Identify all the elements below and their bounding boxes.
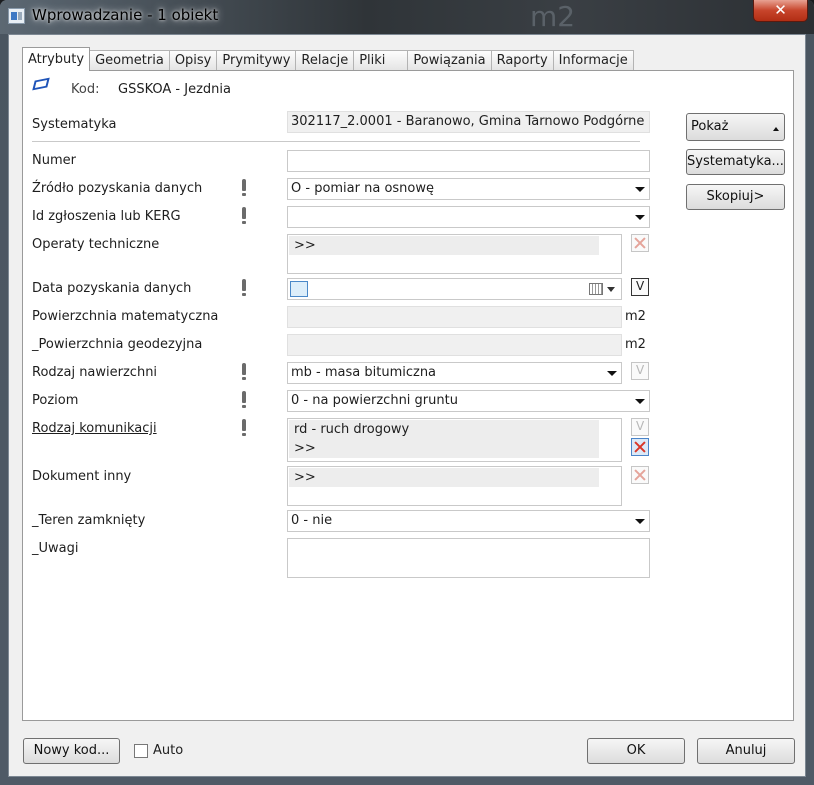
rodzaj-kom-label[interactable]: Rodzaj komunikacji (32, 421, 157, 436)
required-icon (242, 391, 246, 408)
chevron-down-icon (607, 287, 615, 292)
data-label: Data pozyskania danych (32, 281, 192, 296)
required-icon (242, 179, 246, 196)
kod-label: Kod: (71, 82, 100, 97)
chevron-down-icon (635, 215, 645, 220)
ok-button[interactable]: OK (587, 738, 685, 764)
tab-prymitywy[interactable]: Prymitywy (216, 50, 297, 71)
rodzaj-naw-value: mb - masa bitumiczna (291, 365, 437, 380)
attributes-panel: Kod: GSSKOA - Jezdnia Systematyka 302117… (22, 70, 794, 721)
tab-strip: Atrybuty Geometria Opisy Prymitywy Relac… (22, 47, 634, 71)
validate-icon[interactable] (631, 362, 649, 380)
pow-mat-unit: m2 (625, 309, 646, 324)
tab-relacje[interactable]: Relacje (295, 50, 355, 71)
tab-opisy[interactable]: Opisy (168, 50, 218, 71)
required-icon (242, 363, 246, 380)
calendar-icon[interactable] (589, 283, 603, 295)
tab-geometria[interactable]: Geometria (89, 50, 170, 71)
remove-icon[interactable] (631, 438, 649, 456)
data-picker[interactable] (287, 278, 622, 300)
nowy-kod-button[interactable]: Nowy kod... (23, 738, 120, 764)
pow-mat-label: Powierzchnia matematyczna (32, 309, 219, 324)
required-icon (242, 419, 246, 436)
numer-label: Numer (32, 153, 76, 168)
systematyka-field: 302117_2.0001 - Baranowo, Gmina Tarnowo … (287, 111, 650, 133)
list-item[interactable]: >> (289, 468, 599, 487)
tab-informacje[interactable]: Informacje (552, 50, 634, 71)
validate-icon[interactable] (631, 418, 649, 436)
teren-select[interactable]: 0 - nie (287, 510, 650, 532)
list-item[interactable]: >> (289, 439, 599, 458)
poziom-label: Poziom (32, 393, 79, 408)
uwagi-label: _Uwagi (32, 541, 79, 556)
systematyka-label: Systematyka (32, 117, 117, 132)
app-icon (8, 8, 25, 24)
uwagi-input[interactable] (287, 538, 650, 578)
chevron-down-icon (635, 399, 645, 404)
rodzaj-naw-label: Rodzaj nawierzchni (32, 365, 158, 380)
arrow-up-icon (773, 127, 779, 131)
dokument-label: Dokument inny (32, 469, 132, 484)
title-bar[interactable]: m2 Wprowadzanie - 1 obiekt ✕ (0, 0, 814, 34)
skopiuj-button[interactable]: Skopiuj> (686, 184, 785, 210)
polygon-icon (32, 77, 50, 91)
dialog-client: Atrybuty Geometria Opisy Prymitywy Relac… (8, 34, 806, 777)
required-icon (242, 279, 246, 296)
id-zgloszenia-select[interactable] (287, 206, 650, 228)
date-checkbox[interactable] (290, 281, 308, 297)
zrodlo-select[interactable]: O - pomiar na osnowę (287, 178, 650, 200)
anuluj-button[interactable]: Anuluj (697, 738, 795, 764)
validate-icon[interactable] (631, 278, 649, 296)
pokaz-button[interactable]: Pokaż (686, 113, 785, 141)
chevron-down-icon (635, 519, 645, 524)
chevron-down-icon (607, 371, 617, 376)
required-icon (242, 207, 246, 224)
pow-geo-field (287, 334, 622, 356)
window-title: Wprowadzanie - 1 obiekt (32, 6, 219, 24)
zrodlo-value: O - pomiar na osnowę (291, 181, 434, 196)
pow-geo-unit: m2 (625, 337, 646, 352)
auto-label: Auto (153, 743, 184, 758)
close-button[interactable]: ✕ (753, 0, 808, 22)
poziom-value: 0 - na powierzchni gruntu (291, 393, 458, 408)
tab-pliki[interactable]: Pliki (353, 50, 409, 71)
zrodlo-label: Źródło pozyskania danych (32, 181, 203, 196)
remove-icon[interactable] (631, 466, 649, 484)
pow-geo-label: _Powierzchnia geodezyjna (32, 337, 203, 352)
id-zgloszenia-label: Id zgłoszenia lub KERG (32, 209, 181, 224)
tab-powiazania[interactable]: Powiązania (407, 50, 492, 71)
pokaz-label: Pokaż (691, 119, 729, 134)
separator (32, 141, 640, 142)
operaty-list[interactable]: >> (287, 234, 622, 274)
dokument-list[interactable]: >> (287, 466, 622, 506)
operaty-label: Operaty techniczne (32, 237, 160, 252)
auto-checkbox[interactable] (134, 744, 148, 758)
list-item[interactable]: rd - ruch drogowy (289, 420, 599, 439)
teren-label: _Teren zamknięty (32, 513, 146, 528)
tab-atrybuty[interactable]: Atrybuty (22, 47, 91, 71)
list-item[interactable]: >> (289, 236, 599, 255)
poziom-select[interactable]: 0 - na powierzchni gruntu (287, 390, 650, 412)
rodzaj-kom-list[interactable]: rd - ruch drogowy >> (287, 418, 622, 462)
systematyka-button[interactable]: Systematyka... (686, 149, 785, 175)
teren-value: 0 - nie (291, 513, 333, 528)
remove-icon[interactable] (631, 234, 649, 252)
chevron-down-icon (635, 187, 645, 192)
numer-input[interactable] (287, 150, 650, 172)
dialog-window: m2 Wprowadzanie - 1 obiekt ✕ Atrybuty Ge… (0, 0, 814, 785)
tab-raporty[interactable]: Raporty (490, 50, 554, 71)
background-text: m2 (530, 0, 576, 33)
rodzaj-naw-select[interactable]: mb - masa bitumiczna (287, 362, 622, 384)
pow-mat-field (287, 306, 622, 328)
kod-value: GSSKOA - Jezdnia (118, 82, 231, 97)
